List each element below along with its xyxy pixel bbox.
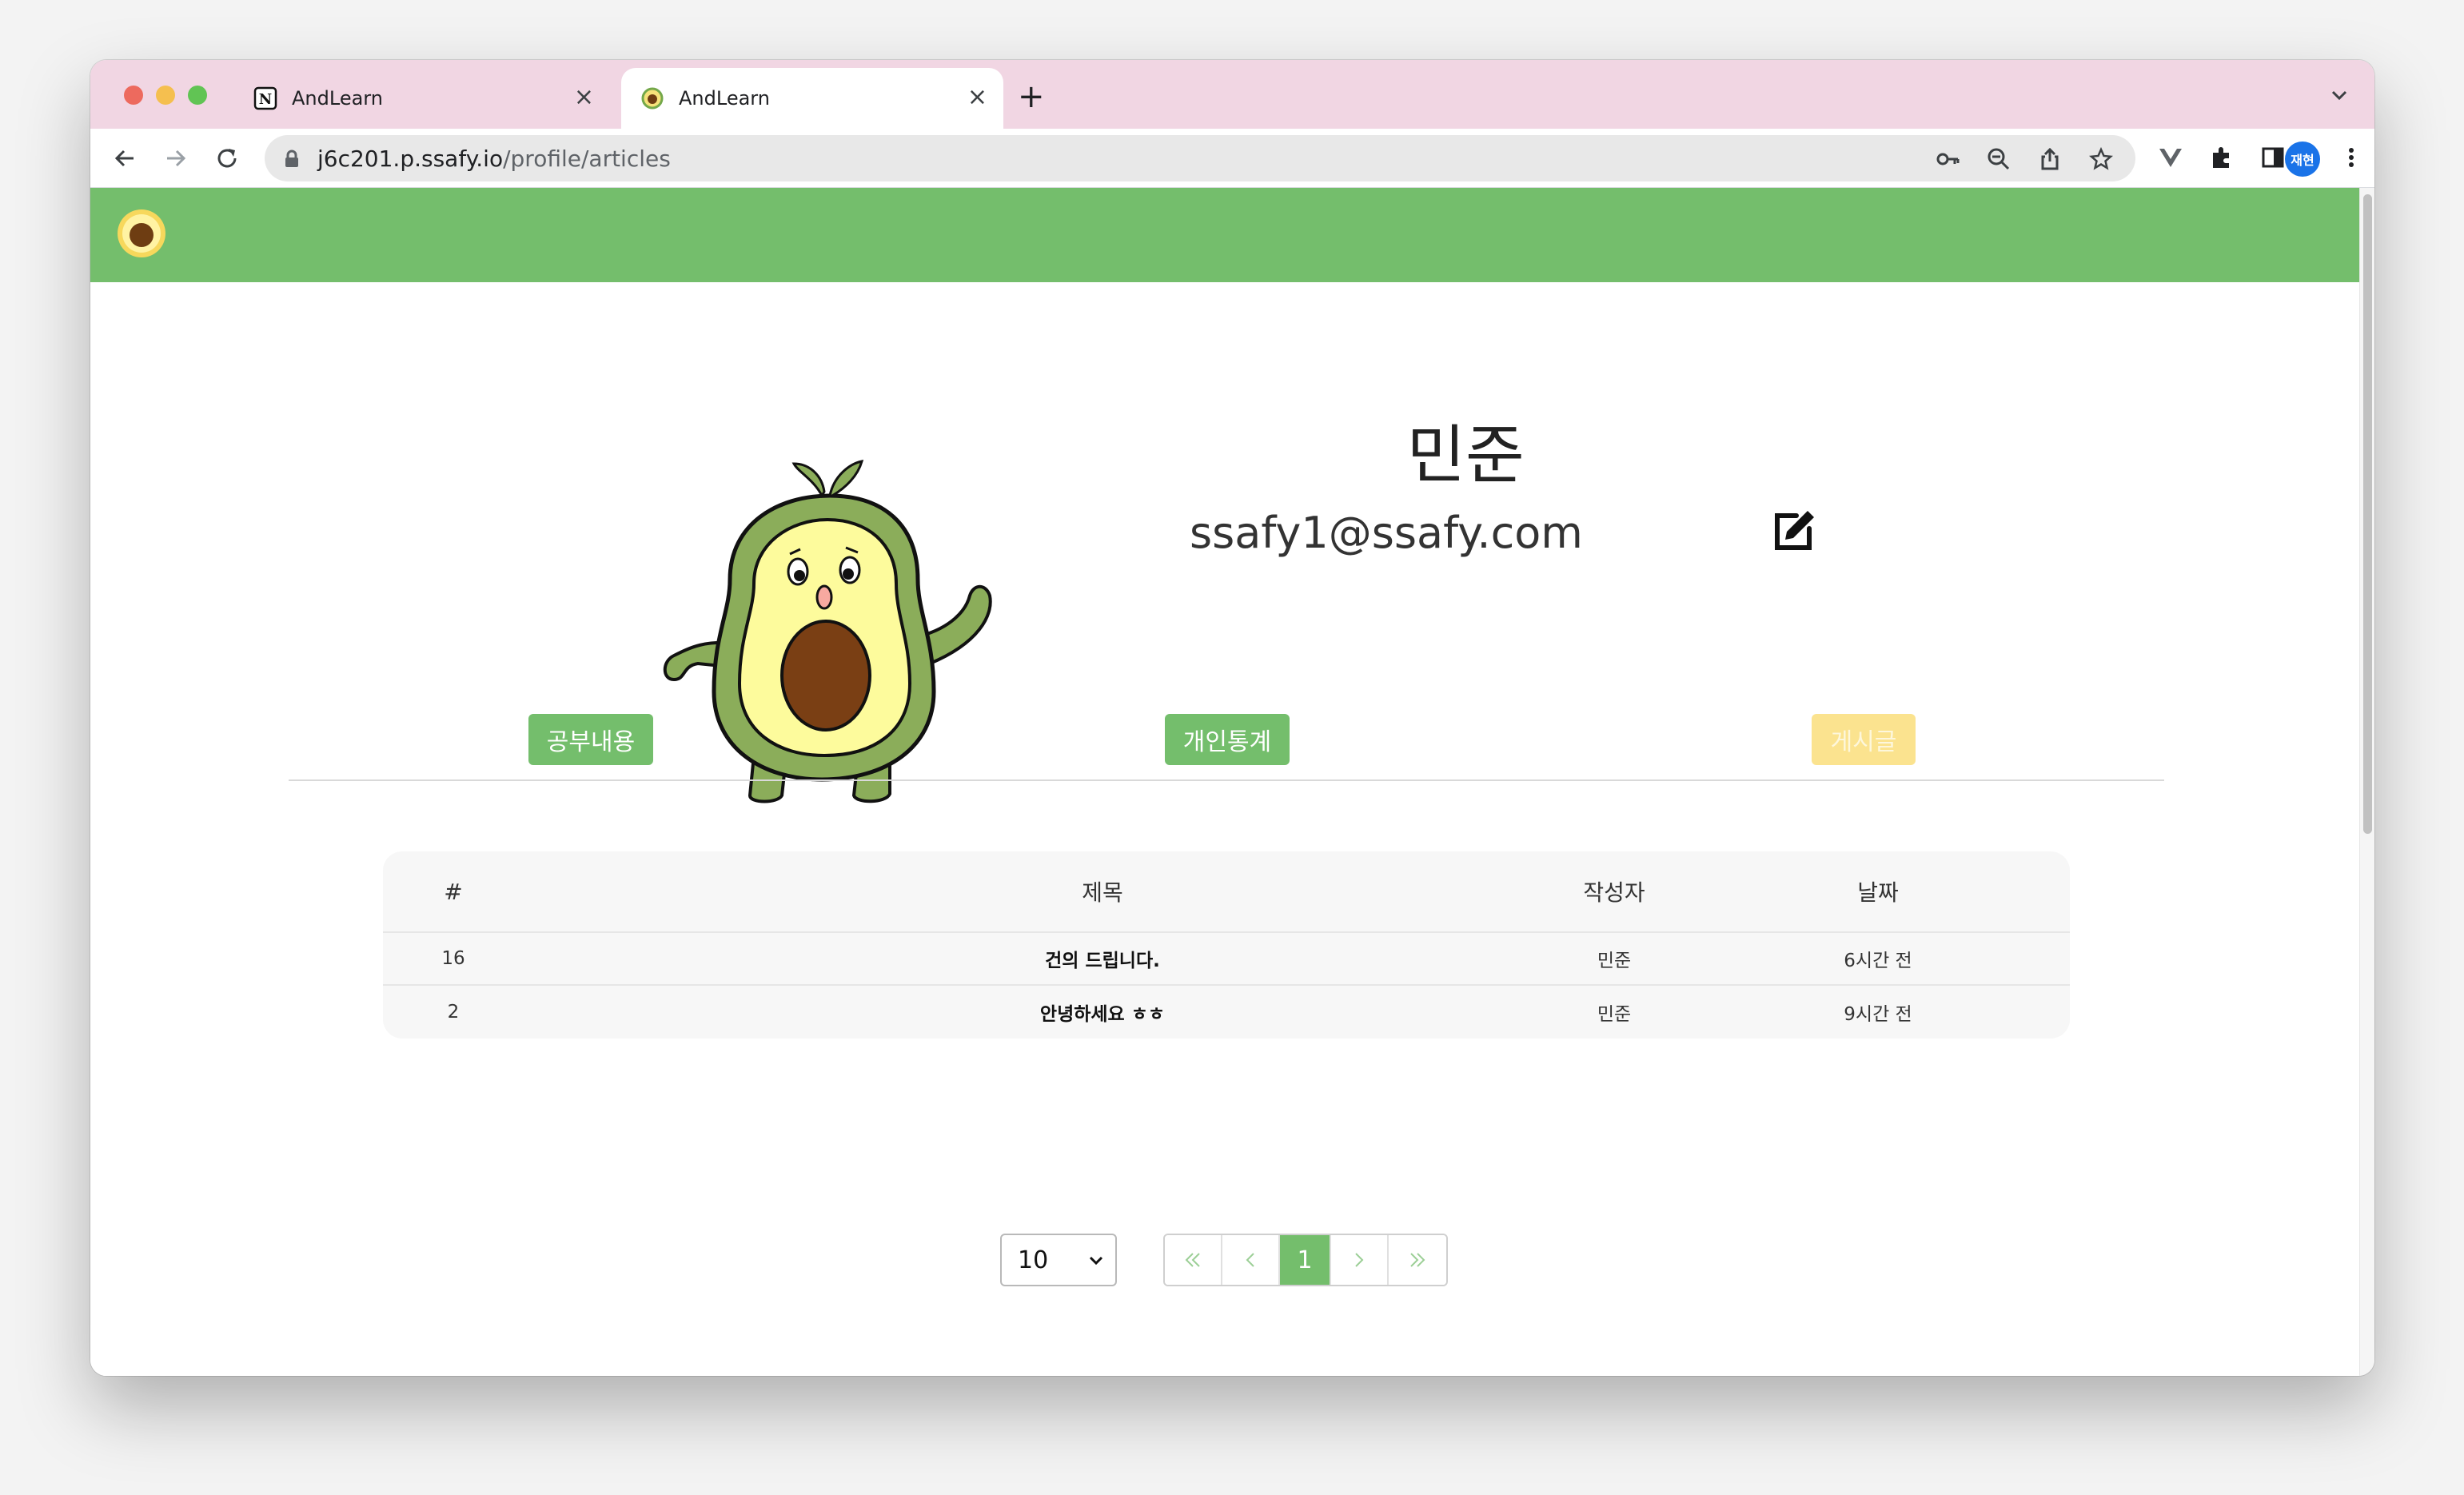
url-host: j6c201.p.ssafy.io <box>317 146 504 172</box>
double-chevron-right-icon <box>1410 1253 1425 1267</box>
row-title-link[interactable]: 안녕하세요 ㅎㅎ <box>783 999 1422 1026</box>
chevron-right-icon <box>1355 1253 1364 1267</box>
header-num: # <box>444 878 463 905</box>
maximize-window-button[interactable] <box>188 86 207 105</box>
previous-page-button[interactable] <box>1222 1235 1280 1285</box>
new-tab-button[interactable]: + <box>1018 81 1045 113</box>
study-content-tab-button[interactable]: 공부내용 <box>528 714 653 765</box>
avocado-logo-icon[interactable] <box>114 205 169 260</box>
header-title: 제목 <box>1082 879 1123 906</box>
personal-stats-tab-button[interactable]: 개인통계 <box>1165 714 1290 765</box>
profile-email: ssafy1@ssafy.com <box>1190 508 1583 558</box>
header-date: 날짜 <box>1857 879 1899 906</box>
close-tab-icon[interactable]: × <box>967 86 987 110</box>
avocado-icon <box>641 87 664 110</box>
row-num: 16 <box>441 948 465 969</box>
side-panel-icon[interactable] <box>2260 145 2286 170</box>
share-icon[interactable] <box>2038 147 2062 171</box>
chevron-down-icon[interactable] <box>2328 84 2350 106</box>
forward-arrow-icon[interactable] <box>162 145 189 172</box>
key-icon[interactable] <box>1936 147 1960 171</box>
section-divider <box>289 779 2164 781</box>
browser-tab-2[interactable]: AndLearn × <box>621 68 1003 129</box>
page-size-select[interactable]: 10 <box>1000 1234 1117 1286</box>
zoom-out-icon[interactable] <box>1987 147 2011 171</box>
svg-text:N: N <box>259 91 272 108</box>
page-size-value: 10 <box>1018 1246 1049 1274</box>
reload-icon[interactable] <box>213 145 241 172</box>
row-date: 6시간 전 <box>1844 951 1912 971</box>
back-arrow-icon[interactable] <box>111 145 138 172</box>
lock-icon <box>285 150 298 167</box>
close-window-button[interactable] <box>124 86 143 105</box>
scrollbar-thumb[interactable] <box>2363 194 2372 834</box>
edit-profile-icon[interactable] <box>1769 508 1817 556</box>
row-author: 민준 <box>1597 951 1632 971</box>
extensions-puzzle-icon[interactable] <box>2209 145 2235 170</box>
browser-window: N AndLearn × AndLearn × + j6c201.p.ssafy… <box>90 60 2374 1376</box>
notion-icon: N <box>253 86 277 110</box>
row-title-link[interactable]: 건의 드립니다. <box>783 945 1422 972</box>
row-author: 민준 <box>1597 1004 1632 1025</box>
row-num: 2 <box>447 1002 460 1023</box>
tab-title: AndLearn <box>292 87 383 110</box>
minimize-window-button[interactable] <box>156 86 175 105</box>
profile-avatar[interactable]: 재현 <box>2285 142 2320 177</box>
table-row[interactable]: 2 안녕하세요 ㅎㅎ 민준 9시간 전 <box>383 986 2070 1039</box>
table-header: # 제목 작성자 날짜 <box>383 851 2070 933</box>
avocado-mascot-illustration <box>663 460 992 803</box>
articles-tab-button[interactable]: 게시글 <box>1812 714 1916 765</box>
vue-devtools-icon[interactable] <box>2158 145 2183 170</box>
profile-username: 민준 <box>1406 418 1525 492</box>
site-header <box>90 188 2359 282</box>
tab-title: AndLearn <box>679 87 770 110</box>
chevron-left-icon <box>1246 1253 1254 1267</box>
bookmark-star-icon[interactable] <box>2089 147 2113 171</box>
header-author: 작성자 <box>1583 879 1645 906</box>
browser-tab-1[interactable]: N AndLearn × <box>234 68 610 129</box>
more-menu-icon[interactable] <box>2338 145 2364 170</box>
url-text: j6c201.p.ssafy.io/profile/articles <box>317 146 671 172</box>
url-path: /profile/articles <box>503 146 671 172</box>
close-tab-icon[interactable]: × <box>574 86 594 110</box>
table-row[interactable]: 16 건의 드립니다. 민준 6시간 전 <box>383 933 2070 986</box>
browser-toolbar: j6c201.p.ssafy.io/profile/articles 재현 <box>90 129 2374 188</box>
page-scrollbar[interactable] <box>2359 188 2374 1376</box>
first-page-button[interactable] <box>1165 1235 1222 1285</box>
row-date: 9시간 전 <box>1844 1004 1912 1025</box>
chevron-down-icon <box>1089 1256 1103 1266</box>
page-number-button[interactable]: 1 <box>1280 1235 1331 1285</box>
articles-table: # 제목 작성자 날짜 16 건의 드립니다. 민준 6시간 전 2 안녕하세요… <box>383 851 2070 1039</box>
last-page-button[interactable] <box>1389 1235 1446 1285</box>
address-bar[interactable]: j6c201.p.ssafy.io/profile/articles <box>265 135 2135 181</box>
pagination: 1 <box>1163 1234 1448 1286</box>
next-page-button[interactable] <box>1331 1235 1389 1285</box>
web-page: 민준 ssafy1@ssafy.com 공부내용 개인통계 게시글 # 제목 작… <box>90 188 2359 1376</box>
double-chevron-left-icon <box>1185 1253 1200 1267</box>
tab-strip: N AndLearn × AndLearn × + <box>90 60 2374 129</box>
